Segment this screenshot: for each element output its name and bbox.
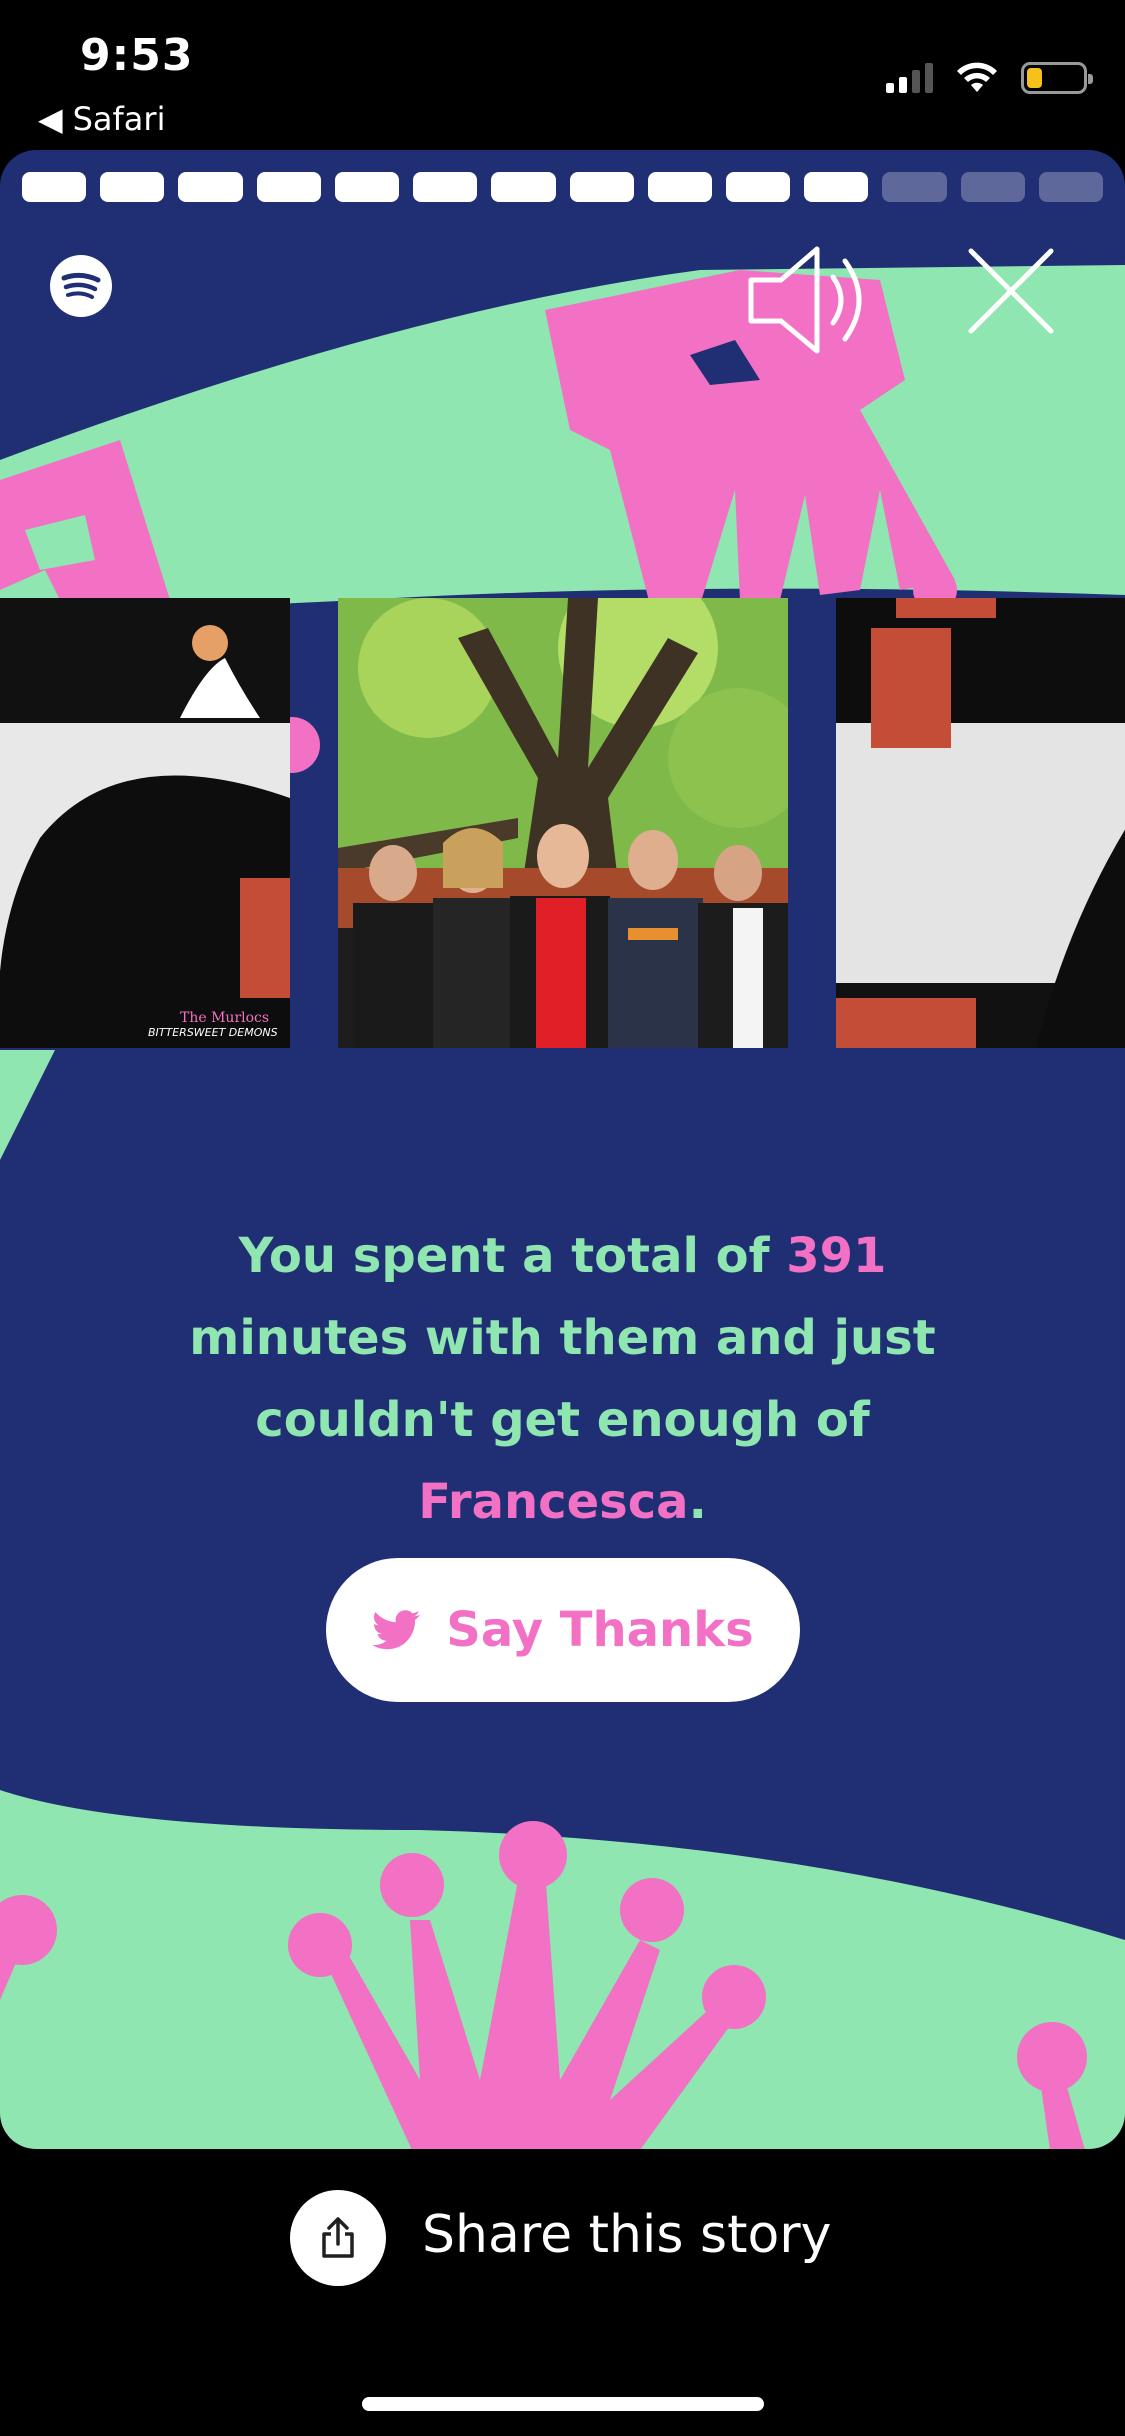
say-thanks-button[interactable]: Say Thanks: [326, 1558, 800, 1702]
story-card[interactable]: The Murlocs BITTERSWEET DEMONS You spent…: [0, 150, 1125, 2149]
progress-segment: [804, 172, 869, 202]
home-indicator[interactable]: [362, 2397, 764, 2411]
story-progress-bar: [22, 172, 1104, 202]
progress-segment: [1038, 172, 1104, 202]
progress-segment: [334, 172, 400, 202]
progress-segment: [960, 172, 1025, 202]
progress-segment: [882, 172, 947, 202]
share-story-button[interactable]: [290, 2190, 386, 2286]
sound-on-icon[interactable]: [745, 235, 875, 365]
share-icon: [322, 2217, 354, 2258]
twitter-bird-icon: [372, 1610, 421, 1650]
background-artwork: [0, 265, 1125, 2149]
album-cover-center[interactable]: [338, 598, 788, 1048]
status-icons: [886, 62, 1093, 94]
progress-segment: [725, 172, 791, 202]
close-icon[interactable]: [965, 245, 1057, 337]
back-triangle-icon: ◀: [38, 100, 63, 138]
progress-segment: [256, 172, 321, 202]
progress-segment: [22, 172, 87, 202]
progress-segment: [647, 172, 712, 202]
wifi-icon: [957, 62, 997, 92]
progress-segment: [569, 172, 634, 202]
caption-text-1: You spent a total of: [238, 1228, 787, 1284]
status-time: 9:53: [80, 30, 194, 81]
back-to-safari[interactable]: ◀ Safari: [38, 100, 165, 138]
spotify-logo-icon: [50, 255, 112, 317]
album-cover-right[interactable]: [836, 598, 1125, 1048]
battery-icon: [1021, 62, 1093, 94]
minutes-count: 391: [786, 1228, 887, 1284]
song-name: Francesca: [418, 1474, 689, 1530]
progress-segment: [413, 172, 478, 202]
caption-text-3: .: [688, 1474, 707, 1530]
caption-text-2: minutes with them and just couldn't get …: [189, 1310, 936, 1448]
album-cover-left[interactable]: The Murlocs BITTERSWEET DEMONS: [0, 598, 290, 1048]
story-caption: You spent a total of 391 minutes with th…: [130, 1215, 995, 1543]
say-thanks-label: Say Thanks: [446, 1602, 754, 1658]
progress-segment: [178, 172, 243, 202]
progress-segment: [100, 172, 165, 202]
album-cover-left-artist: The Murlocs: [180, 1010, 270, 1026]
share-story-label[interactable]: Share this story: [422, 2205, 831, 2265]
cellular-signal-icon: [886, 63, 933, 93]
progress-segment: [491, 172, 556, 202]
back-app-label: Safari: [72, 100, 166, 138]
album-cover-left-title: BITTERSWEET DEMONS: [148, 1026, 278, 1039]
